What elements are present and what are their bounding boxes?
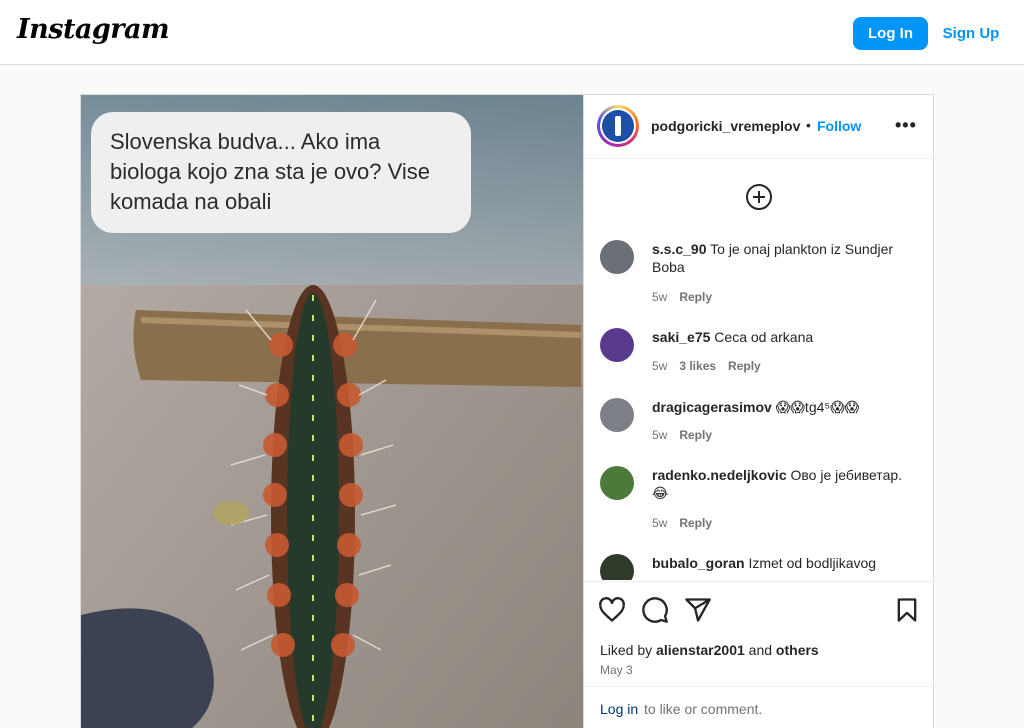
follow-button[interactable]: Follow: [817, 118, 861, 134]
comment-likes[interactable]: 3 likes: [679, 359, 716, 373]
avatar[interactable]: [600, 554, 634, 580]
comment-text: 😱😱tg4⁵😱😱: [775, 399, 860, 415]
comment-username[interactable]: dragicagerasimov: [652, 399, 772, 415]
comment-age: 5w: [652, 428, 668, 442]
comment-age: 5w: [652, 516, 668, 530]
image-caption-bubble: Slovenska budva... Ako ima biologa kojo …: [91, 112, 471, 233]
comment-username[interactable]: bubalo_goran: [652, 555, 745, 571]
instagram-logo[interactable]: Instagram: [17, 14, 170, 45]
reply-button[interactable]: Reply: [679, 516, 712, 530]
comment-text: Ceca od arkana: [714, 329, 814, 345]
reply-button[interactable]: Reply: [679, 290, 712, 304]
post-date[interactable]: May 3: [600, 663, 633, 677]
separator-dot: •: [806, 117, 811, 133]
login-button[interactable]: Log In: [853, 17, 928, 50]
share-icon[interactable]: [684, 596, 712, 624]
login-link[interactable]: Log in: [600, 701, 638, 717]
post-image[interactable]: Slovenska budva... Ako ima biologa kojo …: [81, 95, 583, 728]
author-avatar[interactable]: [597, 105, 639, 147]
author-username[interactable]: podgoricki_vremeplov: [651, 118, 800, 134]
post-header: podgoricki_vremeplov • Follow •••: [584, 95, 935, 159]
login-prompt: Log in to like or comment.: [584, 686, 935, 728]
post-actions: Liked by alienstar2001 and others May 3 …: [584, 581, 935, 728]
signup-button[interactable]: Sign Up: [936, 17, 1006, 50]
post-card: Slovenska budva... Ako ima biologa kojo …: [80, 94, 935, 728]
avatar[interactable]: [600, 466, 634, 500]
heart-icon[interactable]: [598, 596, 626, 624]
liked-user-link[interactable]: alienstar2001: [656, 642, 745, 658]
bottle-logo-icon: [602, 110, 634, 142]
post-sidebar: podgoricki_vremeplov • Follow ••• s.s.c_…: [583, 95, 935, 728]
comment-username[interactable]: s.s.c_90: [652, 241, 707, 257]
top-header: Instagram Log In Sign Up: [0, 0, 1024, 65]
login-prompt-text: to like or comment.: [644, 701, 763, 717]
comment-age: 5w: [652, 359, 668, 373]
comment-username[interactable]: radenko.nedeljkovic: [652, 467, 787, 483]
comment-icon[interactable]: [641, 596, 669, 624]
liked-by-text: Liked by alienstar2001 and others: [600, 642, 819, 658]
comments-list[interactable]: s.s.c_90 To je onaj plankton iz Sundjer …: [584, 160, 935, 580]
reply-button[interactable]: Reply: [728, 359, 761, 373]
comment-username[interactable]: saki_e75: [652, 329, 710, 345]
others-link[interactable]: others: [776, 642, 819, 658]
avatar[interactable]: [600, 240, 634, 274]
add-circle-icon[interactable]: [746, 184, 772, 210]
comment-age: 5w: [652, 290, 668, 304]
avatar[interactable]: [600, 398, 634, 432]
comment-text: Izmet od bodljikavog: [748, 555, 877, 571]
avatar[interactable]: [600, 328, 634, 362]
bookmark-icon[interactable]: [893, 596, 921, 624]
reply-button[interactable]: Reply: [679, 428, 712, 442]
more-icon[interactable]: •••: [895, 115, 917, 136]
